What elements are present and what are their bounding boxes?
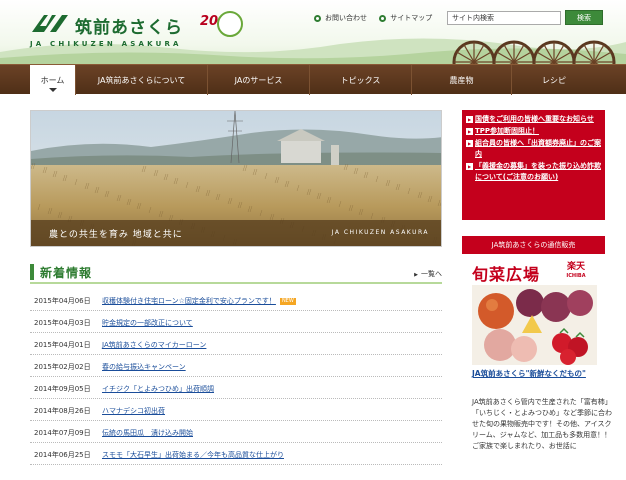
site-header: 筑前あさくら JA CHIKUZEN ASAKURA 20 お問い合わせ サイト… xyxy=(0,0,626,64)
new-badge: NEW xyxy=(279,298,296,305)
site-logo[interactable]: 筑前あさくら JA CHIKUZEN ASAKURA 20 xyxy=(30,10,243,50)
waterwheel-illustration xyxy=(452,40,616,64)
news-link[interactable]: 収穫体験付き住宅ローン☆固定金利で安心プランです！ NEW xyxy=(102,296,296,306)
rakuten-logo-text: 楽天 xyxy=(566,262,585,272)
news-date: 2014年07月09日 xyxy=(34,429,91,437)
news-row: 2014年07月09日 伝統の馬田瓜 漬け込み開始 xyxy=(30,421,442,443)
news-link-text: 収穫体験付き住宅ローン☆固定金利で安心プランです！ xyxy=(102,297,276,305)
notice-link[interactable]: 「義援金の募集」を装った振り込め詐欺について(ご注意のお願い) xyxy=(466,161,601,183)
news-date: 2015年04月01日 xyxy=(34,341,91,349)
search-button[interactable]: 検索 xyxy=(565,10,603,25)
rakuten-logo-sub: ICHIBA xyxy=(566,273,586,279)
hero-banner: 農との共生を育み 地域と共に JA CHIKUZEN ASAKURA xyxy=(30,110,442,247)
utility-links: お問い合わせ サイトマップ xyxy=(314,13,442,25)
logo-subtitle: JA CHIKUZEN ASAKURA xyxy=(30,40,182,48)
notice-link[interactable]: 国債をご利用の皆様へ重要なお知らせ xyxy=(466,114,601,125)
bullet-icon xyxy=(379,14,387,22)
news-row: 2015年02月02日 春の給与振込キャンペーン xyxy=(30,355,442,377)
news-date: 2014年06月25日 xyxy=(34,451,91,459)
hero-brand: JA CHIKUZEN ASAKURA xyxy=(331,229,429,236)
heading-accent xyxy=(30,264,34,280)
news-row: 2015年04月06日 収穫体験付き住宅ローン☆固定金利で安心プランです！ NEW xyxy=(30,289,442,311)
rakuten-logo: 楽天 ICHIBA xyxy=(558,262,594,282)
nav-recipes[interactable]: レシピ xyxy=(512,65,596,95)
shop-description: JA筑前あさくら管内で生産された「富有柿」「いちじく・とよみつひめ」など季節に合… xyxy=(472,398,612,450)
fruit-photo[interactable] xyxy=(472,285,597,365)
news-date: 2015年02月02日 xyxy=(34,363,91,371)
bullet-icon xyxy=(314,14,321,22)
nav-services[interactable]: JAのサービス xyxy=(208,65,310,95)
notice-link[interactable]: 組合員の皆様へ「出資額券廃止」のご案内 xyxy=(466,138,601,160)
news-row: 2014年09月05日 イチジク「とよみつひめ」出荷順調 xyxy=(30,377,442,399)
news-date: 2015年04月06日 xyxy=(34,297,91,305)
ja-logo-mark xyxy=(32,15,68,32)
hero-slogan: 農との共生を育み 地域と共に xyxy=(49,230,183,240)
news-date: 2015年04月03日 xyxy=(34,319,91,327)
important-notices: 国債をご利用の皆様へ重要なお知らせ TPP参加断固阻止！ 組合員の皆様へ「出資額… xyxy=(462,110,605,220)
main-navigation: ホーム JA筑前あさくらについて JAのサービス トピックス 農産物 レシピ xyxy=(0,64,626,95)
sitemap-link[interactable]: サイトマップ xyxy=(379,13,432,23)
nav-about[interactable]: JA筑前あさくらについて xyxy=(76,65,208,95)
nav-products[interactable]: 農産物 xyxy=(412,65,512,95)
notice-link[interactable]: TPP参加断固阻止！ xyxy=(466,126,601,137)
news-more-link[interactable]: 一覧へ xyxy=(414,269,442,279)
logo-text: 筑前あさくら xyxy=(75,18,183,38)
news-row: 2015年04月03日 貯金規定の一部改正について xyxy=(30,311,442,333)
news-link[interactable]: 貯金規定の一部改正について xyxy=(102,318,193,328)
anniversary-badge: 20 xyxy=(200,10,245,44)
news-link[interactable]: イチジク「とよみつひめ」出荷順調 xyxy=(102,384,214,394)
shop-link[interactable]: JA筑前あさくら"新鮮なくだもの" xyxy=(472,368,602,379)
anniversary-number: 20 xyxy=(200,14,219,29)
news-title: 新着情報 xyxy=(40,266,93,280)
anniversary-circle-icon xyxy=(217,11,243,37)
news-row: 2015年04月01日 JA筑前あさくらのマイカーローン xyxy=(30,333,442,355)
news-link[interactable]: JA筑前あさくらのマイカーローン xyxy=(102,340,206,350)
shop-logo[interactable]: 旬菜広場 楽天 ICHIBA xyxy=(472,261,597,284)
news-link[interactable]: スモモ「大石早生」出荷始まる／今年も高品質な仕上がり xyxy=(102,450,284,460)
contact-link-label: お問い合わせ xyxy=(325,14,367,22)
contact-link[interactable]: お問い合わせ xyxy=(314,13,367,23)
news-link[interactable]: 伝統の馬田瓜 漬け込み開始 xyxy=(102,428,193,438)
sitemap-link-label: サイトマップ xyxy=(390,14,433,22)
news-link[interactable]: ハマナデシコ初出荷 xyxy=(102,406,165,416)
nav-topics[interactable]: トピックス xyxy=(310,65,412,95)
shop-logo-text: 旬菜広場 xyxy=(472,265,541,284)
news-row: 2014年08月26日 ハマナデシコ初出荷 xyxy=(30,399,442,421)
shop-header: JA筑前あさくらの通信販売 xyxy=(462,236,605,254)
news-row: 2014年06月25日 スモモ「大石早生」出荷始まる／今年も高品質な仕上がり xyxy=(30,443,442,465)
news-heading: 新着情報 一覧へ xyxy=(30,262,442,284)
search-input[interactable] xyxy=(447,11,561,25)
nav-home[interactable]: ホーム xyxy=(30,65,76,95)
news-link[interactable]: 春の給与振込キャンペーン xyxy=(102,362,186,372)
news-date: 2014年09月05日 xyxy=(34,385,91,393)
hero-caption: 農との共生を育み 地域と共に JA CHIKUZEN ASAKURA xyxy=(31,220,441,246)
news-date: 2014年08月26日 xyxy=(34,407,91,415)
news-list: 2015年04月06日 収穫体験付き住宅ローン☆固定金利で安心プランです！ NEW… xyxy=(30,289,442,465)
